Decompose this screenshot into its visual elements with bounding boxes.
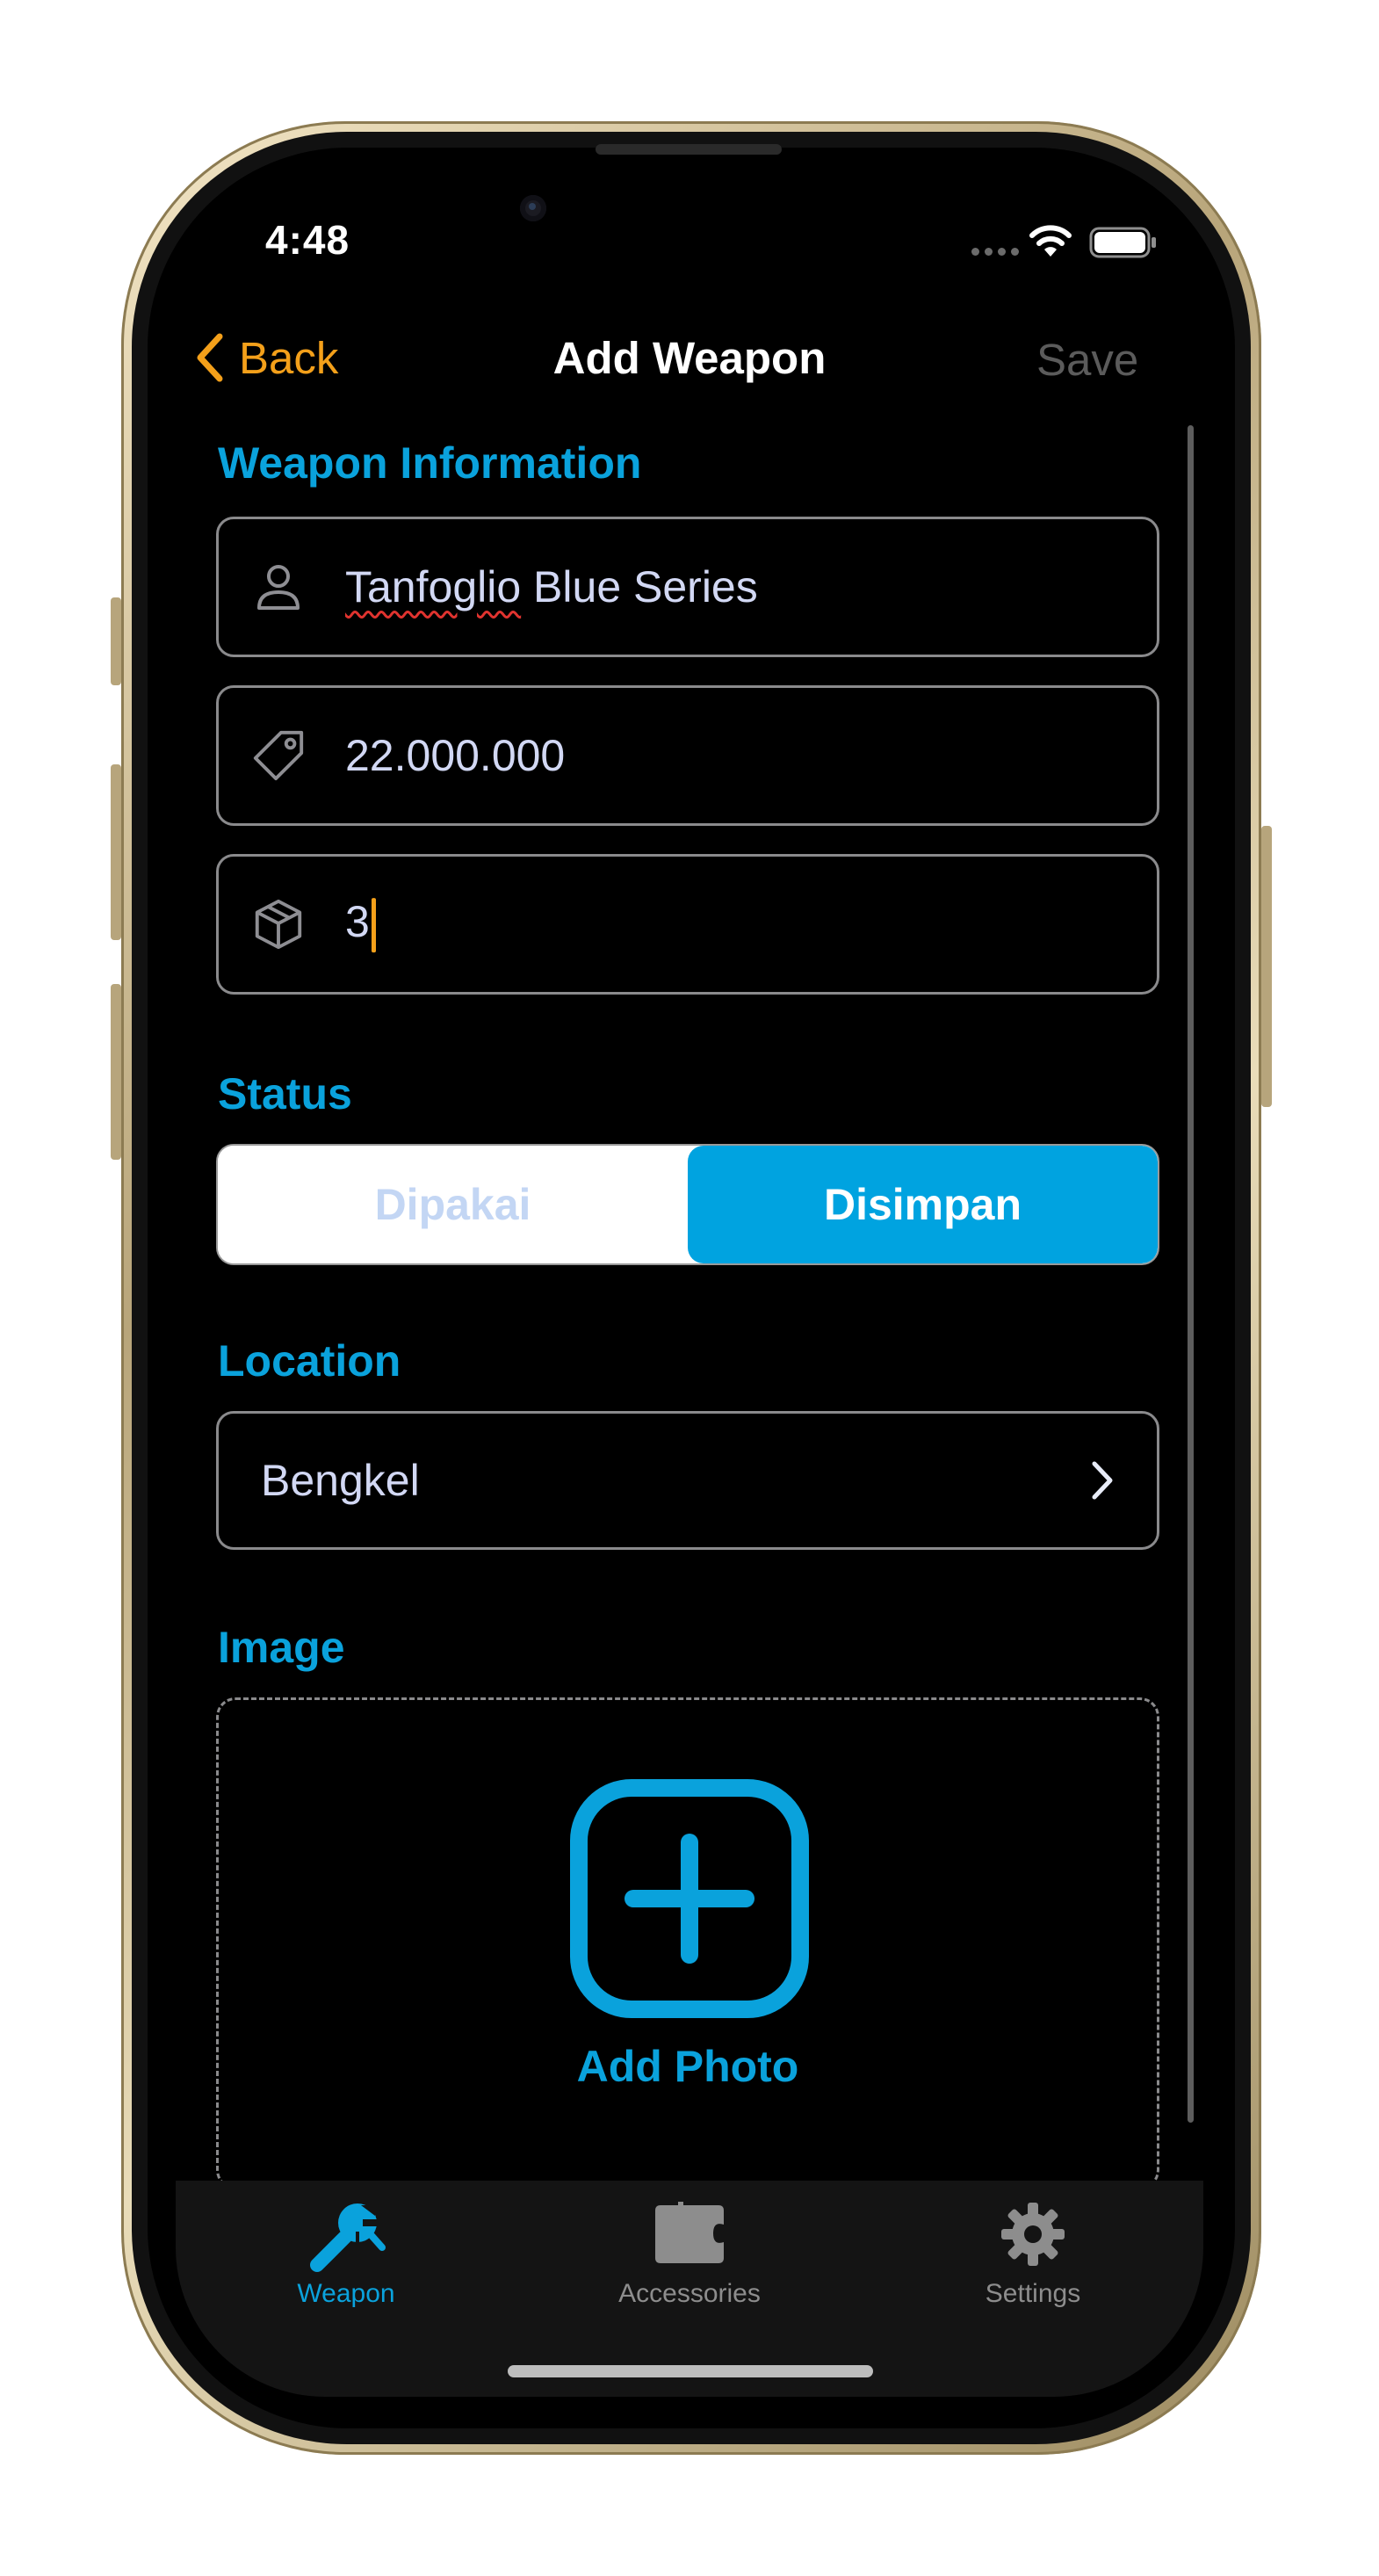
plus-square-icon: [570, 1779, 809, 2018]
chevron-right-icon: [1092, 1461, 1113, 1500]
volume-down-button: [111, 984, 121, 1160]
tab-accessories-label: Accessories: [618, 2279, 761, 2308]
status-time: 4:48: [265, 217, 350, 263]
location-value: Bengkel: [261, 1456, 420, 1505]
power-button: [1261, 826, 1272, 1107]
weapon-name-value: Tanfoglio Blue Series: [345, 561, 758, 612]
home-indicator: [508, 2365, 873, 2377]
wifi-icon: [1029, 225, 1072, 257]
save-button[interactable]: Save: [1036, 334, 1138, 386]
person-icon: [250, 559, 307, 615]
front-camera: [520, 195, 546, 221]
chevron-left-icon: [197, 333, 223, 382]
scroll-indicator[interactable]: [1188, 425, 1194, 2123]
tag-icon: [250, 727, 307, 784]
weapon-information-label: Weapon Information: [218, 438, 642, 488]
weapon-name-misspelled-word: Tanfoglio: [345, 562, 522, 611]
segment-dipakai[interactable]: Dipakai: [218, 1146, 688, 1263]
speaker: [596, 144, 782, 155]
cellular-signal-icon: [971, 248, 1019, 256]
price-field[interactable]: 22.000.000: [216, 685, 1159, 826]
quantity-text: 3: [345, 897, 370, 947]
tab-settings[interactable]: Settings: [919, 2196, 1147, 2319]
status-label: Status: [218, 1069, 352, 1118]
tab-accessories[interactable]: Accessories: [575, 2196, 804, 2319]
quantity-field[interactable]: 3: [216, 854, 1159, 995]
back-label: Back: [239, 332, 339, 383]
weapon-name-rest: Blue Series: [521, 562, 758, 611]
tab-weapon[interactable]: Weapon: [232, 2196, 460, 2319]
puzzle-icon: [655, 2202, 724, 2263]
add-photo-label: Add Photo: [576, 2042, 799, 2091]
image-label: Image: [218, 1623, 345, 1672]
silent-switch: [111, 597, 121, 685]
price-value: 22.000.000: [345, 731, 566, 780]
box-icon: [250, 896, 307, 952]
location-label: Location: [218, 1336, 401, 1386]
status-segmented-control[interactable]: Dipakai Disimpan: [216, 1144, 1159, 1265]
volume-up-button: [111, 764, 121, 940]
battery-icon: [1089, 227, 1156, 258]
location-picker[interactable]: Bengkel: [216, 1411, 1159, 1550]
weapon-name-field[interactable]: Tanfoglio Blue Series: [216, 517, 1159, 657]
segment-disimpan[interactable]: Disimpan: [688, 1146, 1158, 1263]
add-photo-area[interactable]: Add Photo: [216, 1697, 1159, 2189]
tab-weapon-label: Weapon: [297, 2279, 395, 2308]
wrench-icon: [310, 2203, 386, 2272]
quantity-value: 3: [345, 896, 376, 952]
page-title: Add Weapon: [552, 333, 827, 383]
gear-icon: [1001, 2203, 1065, 2266]
back-button[interactable]: Back: [195, 327, 338, 388]
text-caret: [371, 897, 376, 952]
tab-settings-label: Settings: [985, 2279, 1081, 2308]
